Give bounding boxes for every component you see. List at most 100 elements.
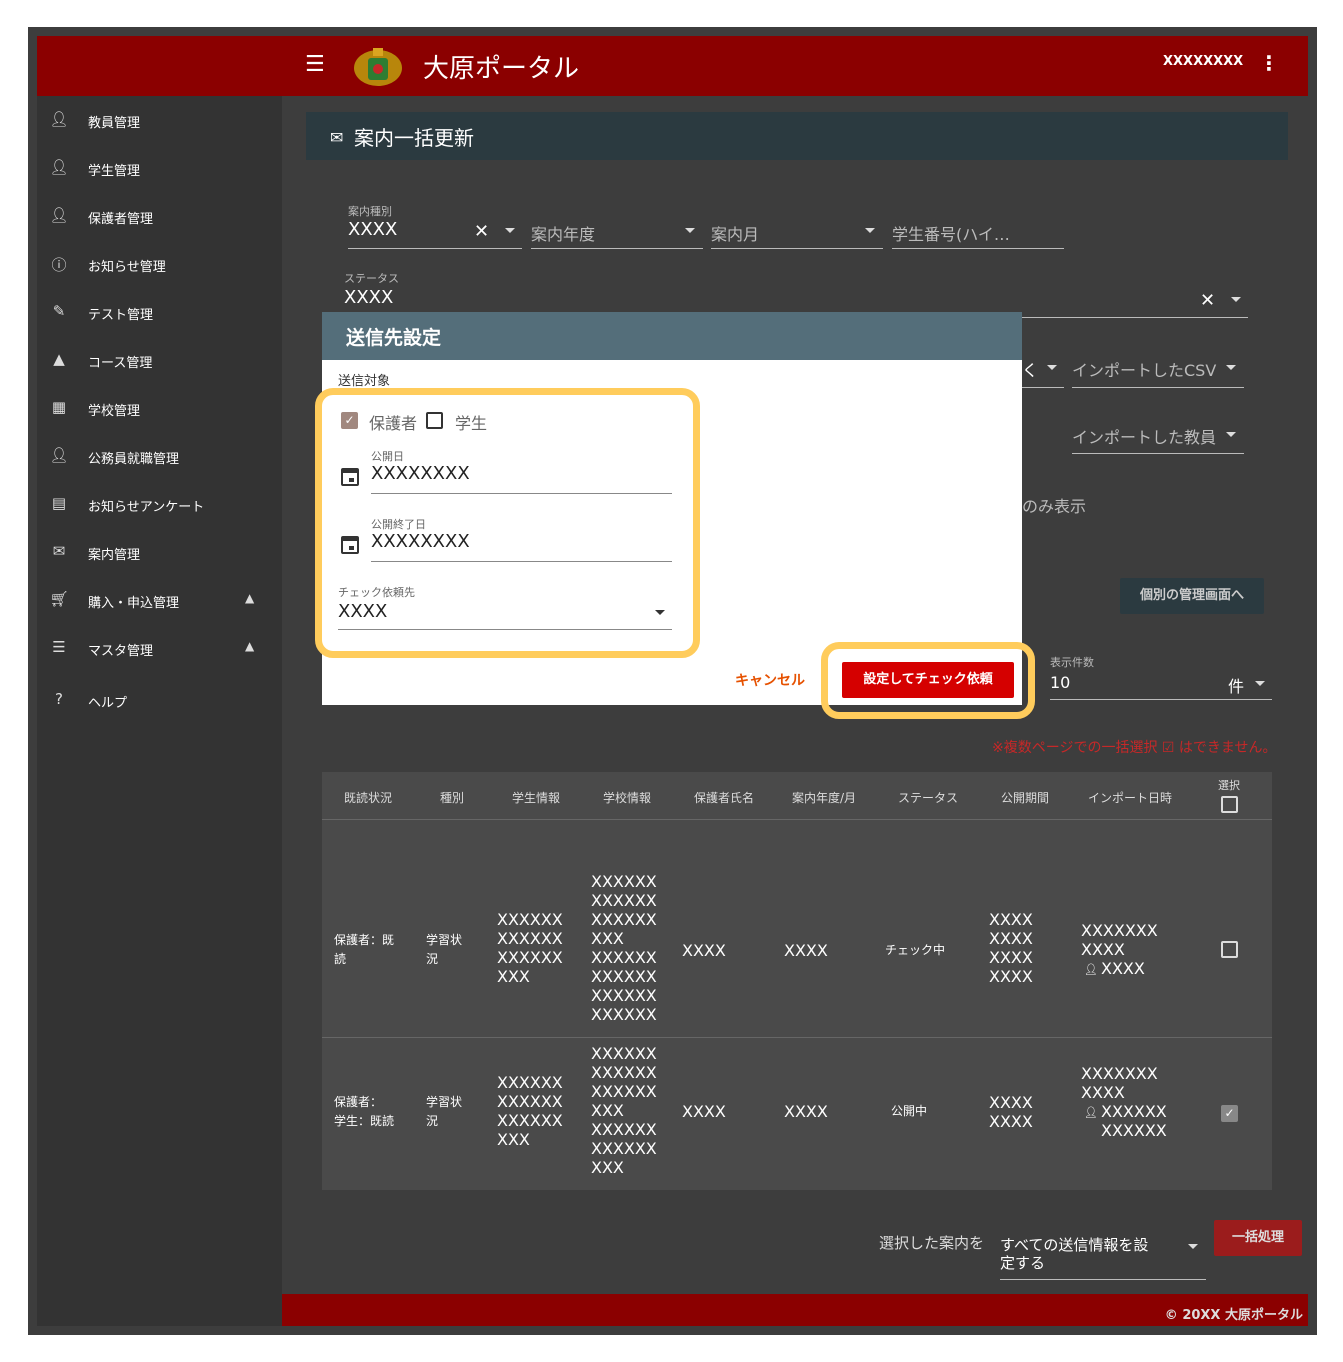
bulk-action-label: 選択した案内を — [879, 1234, 985, 1252]
bulk-action-select[interactable]: すべての送信情報を設 定する — [1000, 1234, 1206, 1280]
student-info-cell: XXXXXX XXXXXX XXXXXX XXX — [497, 1073, 563, 1149]
clear-icon[interactable]: ✕ — [474, 221, 489, 242]
select-all-checkbox[interactable] — [1221, 796, 1238, 813]
dropdown-icon — [865, 228, 875, 233]
column-header[interactable]: 種別 — [440, 789, 464, 806]
only-show-label: のみ表示 — [1022, 497, 1087, 516]
bulk-process-button[interactable]: 一括処理 — [1214, 1220, 1302, 1256]
field-caption: ステータス — [344, 272, 399, 285]
sidebar-item-label: 学生管理 — [88, 164, 141, 179]
info-icon: ⓘ — [51, 256, 67, 274]
unit-label: 件 — [1228, 677, 1245, 696]
period-cell: XXXX XXXX XXXX XXXX — [989, 910, 1033, 986]
dropdown-icon — [685, 228, 695, 233]
list-icon: ☰ — [52, 638, 66, 656]
person-icon: 👤︎ — [49, 110, 69, 128]
row-select-checkbox[interactable]: ✓ — [1221, 1105, 1238, 1122]
multi-page-note: ※複数ページでの一括選択 ☑ はできません。 — [992, 740, 1277, 756]
user-name[interactable]: XXXXXXXX — [1163, 54, 1243, 69]
status-select[interactable]: ステータス XXXX ✕ — [344, 270, 1248, 318]
column-header[interactable]: ステータス — [898, 789, 958, 806]
student-number-input[interactable]: 学生番号(ハイ… — [892, 203, 1064, 249]
person-icon: 👤︎ — [49, 206, 69, 224]
sidebar-item-civil-service[interactable]: 👤︎ 公務員就職管理 — [37, 435, 282, 475]
sidebar-item-label: お知らせ管理 — [88, 260, 166, 275]
imported-teacher-select[interactable]: インポートした教員 — [1072, 418, 1244, 454]
sidebar-item-tests[interactable]: ✎ テスト管理 — [37, 291, 282, 331]
sidebar-item-label: 学校管理 — [88, 404, 141, 419]
field-caption: 表示件数 — [1050, 656, 1094, 669]
clear-icon[interactable]: ✕ — [1200, 290, 1215, 311]
field-value: 10 — [1050, 673, 1071, 692]
individual-management-button[interactable]: 個別の管理画面へ — [1120, 578, 1264, 614]
column-header: 選択 — [1218, 779, 1240, 792]
table-row[interactable]: 保護者：既 読 学習状 況 XXXXXX XXXXXX XXXXXX XXX X… — [322, 820, 1272, 1037]
clear-icon[interactable]: く — [1022, 357, 1038, 381]
sidebar-item-schools[interactable]: ▦ 学校管理 — [37, 387, 282, 427]
highlight-ring — [821, 642, 1035, 719]
sidebar-item-help[interactable]: ? ヘルプ — [37, 679, 282, 719]
sidebar-item-surveys[interactable]: ▤ お知らせアンケート — [37, 483, 282, 523]
guide-month-select[interactable]: 案内月 — [711, 203, 883, 249]
sidebar-item-label: 保護者管理 — [88, 212, 154, 227]
building-icon: ▦ — [51, 398, 67, 416]
table-row[interactable]: 保護者： 学生：既読 学習状 況 XXXXXX XXXXXX XXXXXX XX… — [322, 1038, 1272, 1190]
import-date-cell: XXXX — [1081, 940, 1125, 959]
sidebar-item-courses[interactable]: ▲ コース管理 — [37, 339, 282, 379]
sidebar-item-guides[interactable]: ✉ 案内管理 — [37, 531, 282, 571]
sidebar-item-purchases[interactable]: 🛒︎ 購入・申込管理 ▲ — [37, 579, 282, 619]
chevron-up-icon[interactable]: ▲ — [245, 639, 254, 653]
import-date-cell: XXXX — [1081, 1083, 1125, 1102]
chevron-up-icon[interactable]: ▲ — [245, 591, 254, 605]
page-title: 案内一括更新 — [354, 126, 474, 150]
pencil-icon: ✎ — [52, 302, 66, 320]
import-user-cell: XXXXXX XXXXXX — [1101, 1102, 1167, 1140]
sidebar-item-notices[interactable]: ⓘ お知らせ管理 — [37, 243, 282, 283]
menu-icon[interactable]: ☰ — [305, 52, 325, 77]
guide-table: 既読状況 種別 学生情報 学校情報 保護者氏名 案内年度/月 ステータス 公開期… — [322, 772, 1272, 1190]
person-icon: 👤︎ — [1084, 963, 1098, 976]
app-title[interactable]: 大原ポータル — [423, 48, 579, 85]
dropdown-icon — [1255, 681, 1265, 686]
cancel-button[interactable]: キャンセル — [735, 670, 805, 690]
field-value: すべての送信情報を設 定する — [1000, 1236, 1149, 1272]
sidebar-item-label: お知らせアンケート — [88, 500, 205, 515]
column-header[interactable]: 既読状況 — [344, 789, 392, 806]
sidebar-item-label: 教員管理 — [88, 116, 141, 131]
student-info-cell: XXXXXX XXXXXX XXXXXX XXX — [497, 910, 563, 986]
person-icon: 👤︎ — [49, 158, 69, 176]
guardian-name-cell: XXXX — [682, 1102, 726, 1121]
column-header[interactable]: 学校情報 — [603, 789, 651, 806]
row-select-checkbox[interactable] — [1221, 941, 1238, 958]
field-value: XXXX — [348, 219, 398, 240]
school-crest-icon — [354, 48, 402, 86]
mail-icon: ✉ — [52, 542, 66, 560]
column-header[interactable]: 公開期間 — [1001, 789, 1049, 806]
per-page-select[interactable]: 表示件数 10 件 — [1050, 654, 1272, 700]
period-cell: XXXX XXXX — [989, 1093, 1033, 1131]
sidebar-item-students[interactable]: 👤︎ 学生管理 — [37, 147, 282, 187]
guardian-name-cell: XXXX — [682, 941, 726, 960]
sidebar-item-label: ヘルプ — [88, 696, 128, 711]
guide-year-select[interactable]: 案内年度 — [531, 203, 703, 249]
top-app-bar: ☰ 大原ポータル XXXXXXXX ⋮ — [37, 36, 1308, 96]
sidebar-item-teachers[interactable]: 👤︎ 教員管理 — [37, 99, 282, 139]
guide-type-select[interactable]: 案内種別 XXXX ✕ — [348, 203, 522, 249]
sidebar-item-master[interactable]: ☰ マスタ管理 ▲ — [37, 627, 282, 667]
kind-cell: 学習状 況 — [426, 933, 463, 966]
sidebar-item-guardians[interactable]: 👤︎ 保護者管理 — [37, 195, 282, 235]
school-info-cell: XXXXXX XXXXXX XXXXXX XXX XXXXXX XXXXXX X… — [591, 1044, 657, 1177]
field-placeholder: 案内年度 — [531, 225, 596, 244]
column-header[interactable]: インポート日時 — [1088, 789, 1172, 806]
status-cell: チェック中 — [885, 943, 946, 957]
partial-select[interactable]: く — [1022, 350, 1064, 388]
year-month-cell: XXXX — [784, 941, 828, 960]
sidebar-item-label: 案内管理 — [88, 548, 141, 563]
import-date-cell: XXXXXXX — [1081, 921, 1158, 940]
column-header[interactable]: 案内年度/月 — [792, 789, 856, 806]
column-header[interactable]: 保護者氏名 — [694, 789, 754, 806]
highlight-ring — [315, 388, 700, 658]
imported-csv-select[interactable]: インポートしたCSV — [1072, 350, 1244, 388]
more-vert-icon[interactable]: ⋮ — [1259, 51, 1279, 75]
column-header[interactable]: 学生情報 — [512, 789, 560, 806]
